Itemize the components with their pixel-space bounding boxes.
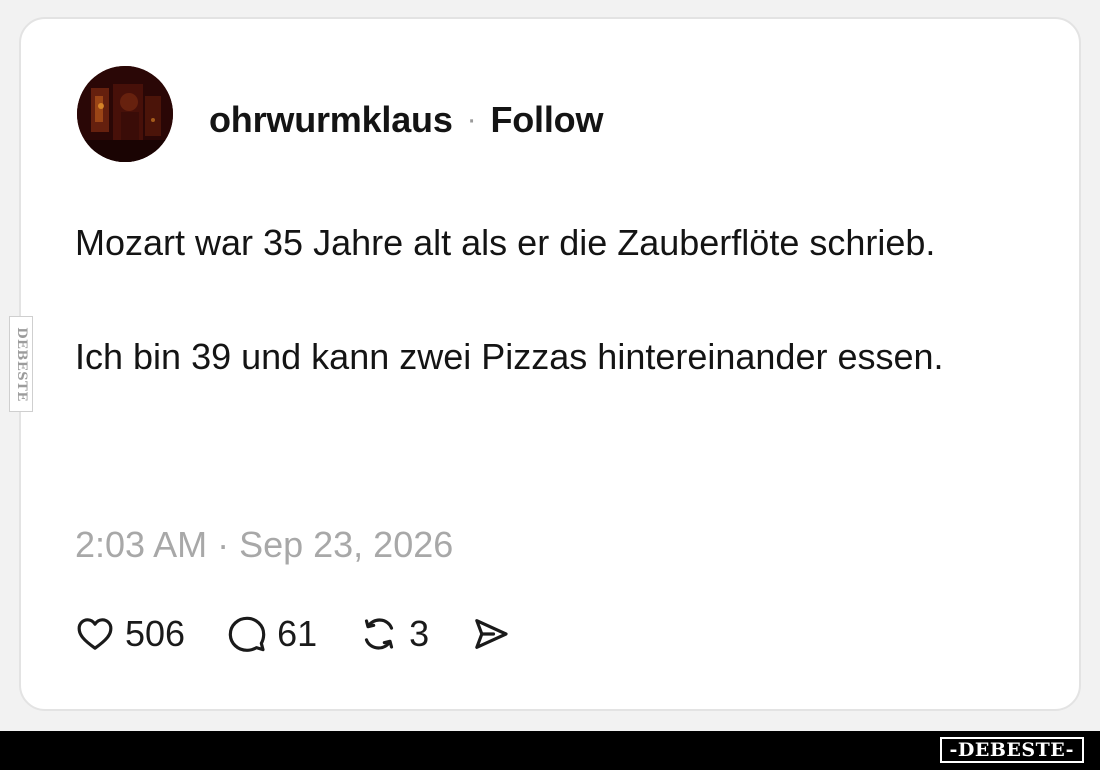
repost-button[interactable]: 3 — [359, 613, 429, 655]
like-count: 506 — [125, 613, 186, 654]
post-text-paragraph: Ich bin 39 und kann zwei Pizzas hinterei… — [75, 336, 944, 377]
repost-icon — [365, 618, 394, 650]
watermark-footer-bar: -DEBESTE- — [0, 731, 1100, 770]
heart-icon — [77, 618, 113, 650]
post-text-paragraph: Mozart war 35 Jahre alt als er die Zaube… — [75, 222, 936, 263]
comment-button[interactable]: 61 — [227, 613, 317, 655]
repost-count: 3 — [409, 613, 430, 654]
post-header: ohrwurmklaus · Follow — [209, 99, 603, 141]
post-body: Mozart war 35 Jahre alt als er die Zaube… — [75, 214, 1035, 385]
watermark-side-label: DEBESTE — [9, 316, 33, 412]
watermark-side-text: DEBESTE — [13, 326, 29, 402]
avatar-image — [77, 66, 173, 162]
post-card: ohrwurmklaus · Follow Mozart war 35 Jahr… — [19, 17, 1081, 711]
avatar[interactable] — [77, 66, 173, 162]
send-icon — [475, 619, 508, 649]
screenshot-stage: ohrwurmklaus · Follow Mozart war 35 Jahr… — [0, 0, 1100, 770]
comment-count: 61 — [277, 613, 318, 654]
post-timestamp[interactable]: 2:03 AM · Sep 23, 2026 — [75, 524, 453, 566]
action-bar: 506 61 3 — [75, 613, 553, 655]
share-button[interactable] — [471, 614, 511, 654]
follow-button[interactable]: Follow — [490, 99, 603, 141]
speech-bubble-icon — [228, 616, 266, 652]
username-link[interactable]: ohrwurmklaus — [209, 99, 453, 141]
watermark-logo: -DEBESTE- — [939, 737, 1084, 763]
header-separator: · — [466, 103, 477, 136]
like-button[interactable]: 506 — [75, 613, 185, 655]
